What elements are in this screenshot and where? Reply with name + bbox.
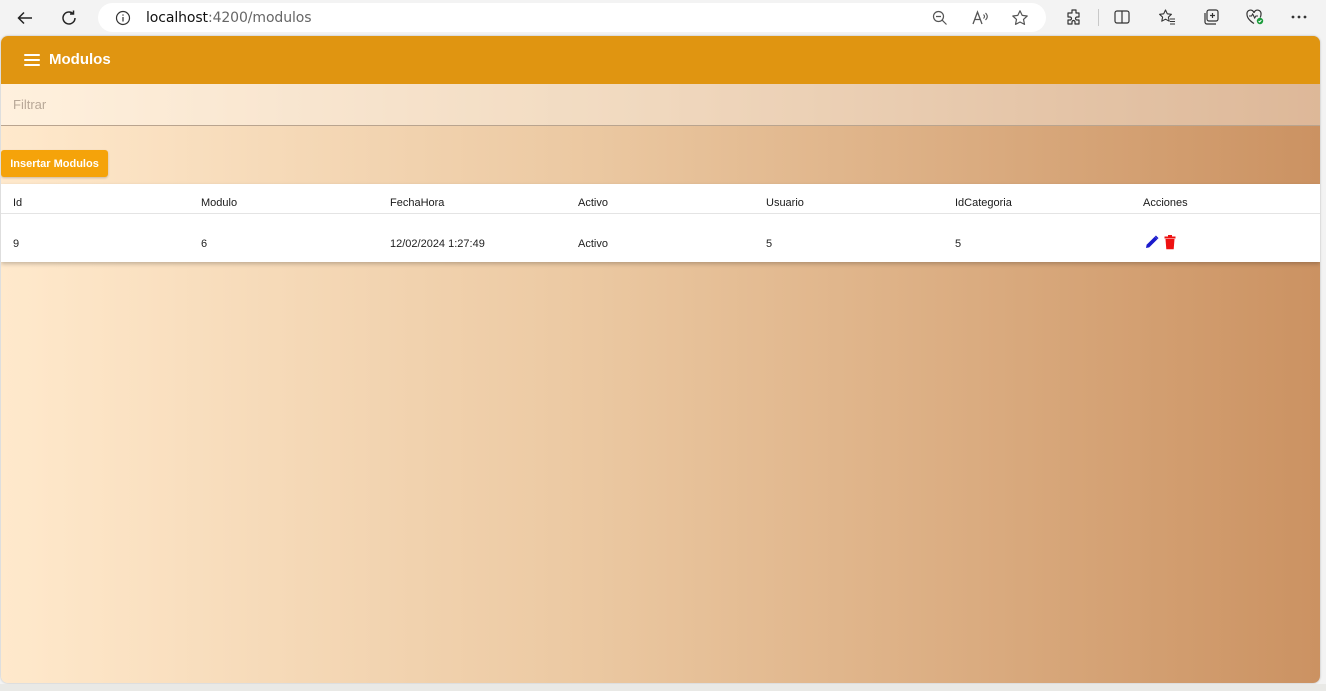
split-screen-icon[interactable] (1111, 6, 1133, 28)
cell-activo: Activo (578, 238, 608, 250)
column-header-acciones: Acciones (1143, 197, 1188, 209)
table-header-row: Id Modulo FechaHora Activo Usuario IdCat… (1, 184, 1320, 214)
url-path: :4200/modulos (207, 10, 312, 26)
insert-modulos-button[interactable]: Insertar Modulos (1, 150, 108, 177)
reload-button[interactable] (55, 4, 83, 32)
zoom-icon[interactable] (930, 8, 950, 28)
site-info-icon[interactable] (114, 9, 131, 26)
back-button[interactable] (11, 4, 39, 32)
cell-id: 9 (13, 238, 20, 250)
more-options-icon[interactable] (1288, 6, 1310, 28)
app-container: Modulos Insertar Modulos Id Modulo Fecha… (1, 36, 1320, 683)
extensions-icon[interactable] (1063, 6, 1085, 28)
column-header-idcategoria[interactable]: IdCategoria (955, 197, 1012, 209)
cell-usuario: 5 (766, 238, 773, 250)
url-host: localhost (146, 10, 208, 26)
collections-icon[interactable] (1200, 6, 1222, 28)
favorite-star-icon[interactable] (1010, 8, 1030, 28)
url-text[interactable]: localhost:4200/modulos (146, 10, 312, 26)
column-header-fechahora[interactable]: FechaHora (390, 197, 444, 209)
filter-input[interactable] (1, 84, 1320, 125)
cell-idcategoria: 5 (955, 238, 962, 250)
cell-modulo: 6 (201, 238, 208, 250)
address-bar[interactable]: localhost:4200/modulos (98, 3, 1046, 32)
column-header-modulo[interactable]: Modulo (201, 197, 237, 209)
favorites-icon[interactable] (1156, 6, 1178, 28)
modulos-table: Id Modulo FechaHora Activo Usuario IdCat… (1, 184, 1320, 262)
filter-field (1, 84, 1320, 126)
column-header-activo[interactable]: Activo (578, 197, 608, 209)
reload-icon (62, 10, 76, 25)
table-row: 9 6 12/02/2024 1:27:49 Activo 5 5 (1, 214, 1320, 262)
column-header-id[interactable]: Id (13, 197, 22, 209)
read-aloud-icon[interactable] (970, 8, 990, 28)
delete-icon[interactable] (1162, 234, 1178, 250)
app-toolbar: Modulos (1, 36, 1320, 84)
column-header-usuario[interactable]: Usuario (766, 197, 804, 209)
toolbar-divider (1098, 9, 1099, 26)
back-arrow-icon (17, 11, 32, 25)
cell-fechahora: 12/02/2024 1:27:49 (390, 238, 485, 250)
edit-icon[interactable] (1144, 234, 1160, 250)
menu-icon[interactable] (24, 52, 40, 68)
window-bottom-edge (0, 684, 1326, 691)
browser-essentials-icon[interactable] (1244, 6, 1266, 28)
browser-toolbar: localhost:4200/modulos (0, 0, 1326, 35)
page-title: Modulos (49, 51, 111, 68)
